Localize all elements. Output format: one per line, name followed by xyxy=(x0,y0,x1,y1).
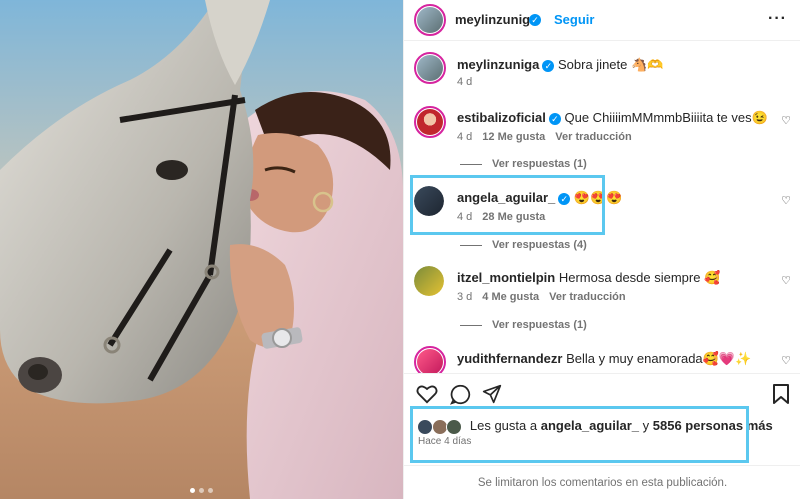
author-username[interactable]: meylinzuniga xyxy=(455,12,537,27)
comment-body: Bella y muy enamorada🥰💗✨ xyxy=(566,351,752,366)
like-heart-icon[interactable]: ♡ xyxy=(781,354,791,367)
caption-block: meylinzuniga ✓ Sobra jinete 🐴🫶 4 d xyxy=(404,52,800,92)
view-replies[interactable]: Ver respuestas (4) xyxy=(460,239,587,251)
comment-text: yudithfernandezr Bella y muy enamorada🥰💗… xyxy=(457,350,751,367)
comment-username[interactable]: yudithfernandezr xyxy=(457,351,562,366)
post-photo[interactable] xyxy=(0,0,403,499)
translate-link[interactable]: Ver traducción xyxy=(549,291,625,303)
caption-username[interactable]: meylinzuniga xyxy=(457,57,539,72)
commenter-avatar[interactable] xyxy=(414,266,444,296)
verified-badge-icon: ✓ xyxy=(529,14,541,26)
view-replies-label: Ver respuestas (1) xyxy=(492,158,587,170)
author-avatar[interactable] xyxy=(414,4,446,36)
like-icon[interactable] xyxy=(416,384,438,404)
caption-time: 4 d xyxy=(457,76,473,88)
caption-body: Sobra jinete 🐴🫶 xyxy=(557,57,664,72)
comment-username[interactable]: angela_aguilar_ xyxy=(457,190,555,205)
caption-avatar[interactable] xyxy=(414,52,446,84)
bookmark-icon[interactable] xyxy=(773,384,789,404)
post-window: meylinzuniga ✓ Seguir ··· meylinzuniga ✓ … xyxy=(0,0,800,499)
comment-username[interactable]: itzel_montielpin xyxy=(457,270,555,285)
comment-item: yudithfernandezr Bella y muy enamorada🥰💗… xyxy=(404,346,800,373)
verified-badge-icon: ✓ xyxy=(548,112,561,125)
comment-text: angela_aguilar_ ✓ 😍😍😍 xyxy=(457,189,622,206)
liker-avatar xyxy=(431,418,448,435)
view-replies-label: Ver respuestas (1) xyxy=(492,319,587,331)
more-horizontal-icon[interactable]: ··· xyxy=(768,10,787,28)
comment-time: 4 d xyxy=(457,131,473,143)
comment-icon[interactable] xyxy=(450,384,471,405)
comment-likes[interactable]: 4 Me gusta xyxy=(482,291,539,303)
comment-body: Que ChiiiimMMmmbBiiiita te ves😉 xyxy=(564,110,768,125)
follow-button[interactable]: Seguir xyxy=(554,12,594,27)
comment-body: Hermosa desde siempre 🥰 xyxy=(558,270,721,285)
liker-avatar xyxy=(417,418,433,435)
comments-limited-notice: Se limitaron los comentarios en esta pub… xyxy=(404,465,800,500)
comment-likes[interactable]: 28 Me gusta xyxy=(482,211,545,223)
likes-others-link[interactable]: 5856 personas más xyxy=(653,418,773,433)
verified-badge-icon: ✓ xyxy=(542,59,555,72)
comment-meta: 4 d 12 Me gusta Ver traducción xyxy=(457,131,632,143)
like-heart-icon[interactable]: ♡ xyxy=(781,194,791,207)
like-heart-icon[interactable]: ♡ xyxy=(781,274,791,287)
liker-avatar xyxy=(446,418,463,435)
share-icon[interactable] xyxy=(482,384,502,404)
like-heart-icon[interactable]: ♡ xyxy=(781,114,791,127)
comment-time: 3 d xyxy=(457,291,473,303)
likes-summary: Les gusta a angela_aguilar_ y 5856 perso… xyxy=(417,418,773,435)
comment-text: estibalizoficial ✓ Que ChiiiimMMmmbBiiiit… xyxy=(457,109,768,126)
comment-username[interactable]: estibalizoficial xyxy=(457,110,546,125)
comment-meta: 3 d 4 Me gusta Ver traducción xyxy=(457,291,626,303)
commenter-avatar[interactable] xyxy=(414,346,446,373)
translate-link[interactable]: Ver traducción xyxy=(555,131,631,143)
post-actions xyxy=(404,373,800,406)
likes-prefix: Les gusta a xyxy=(469,418,538,433)
post-header: meylinzuniga ✓ Seguir ··· xyxy=(404,0,800,41)
likes-connector: y xyxy=(642,418,650,433)
horse-kiss-image xyxy=(0,0,403,499)
verified-badge-icon: ✓ xyxy=(558,192,571,205)
comment-item: itzel_montielpin Hermosa desde siempre 🥰… xyxy=(404,266,800,336)
liker-avatars xyxy=(417,418,470,435)
post-date: Hace 4 días xyxy=(418,436,472,447)
comment-time: 4 d xyxy=(457,211,473,223)
commenter-avatar[interactable] xyxy=(414,186,444,216)
caption-text: meylinzuniga ✓ Sobra jinete 🐴🫶 xyxy=(457,56,663,73)
comment-item: angela_aguilar_ ✓ 😍😍😍 4 d 28 Me gusta ♡ Ve… xyxy=(404,186,800,256)
comment-item: estibalizoficial ✓ Que ChiiiimMMmmbBiiiit… xyxy=(404,106,800,176)
commenter-avatar[interactable] xyxy=(414,106,446,138)
comment-body: 😍😍😍 xyxy=(573,190,623,205)
likes-user-link[interactable]: angela_aguilar_ xyxy=(541,418,639,433)
comment-likes[interactable]: 12 Me gusta xyxy=(482,131,545,143)
view-replies-label: Ver respuestas (4) xyxy=(492,239,587,251)
view-replies[interactable]: Ver respuestas (1) xyxy=(460,319,587,331)
view-replies[interactable]: Ver respuestas (1) xyxy=(460,158,587,170)
comment-text: itzel_montielpin Hermosa desde siempre 🥰 xyxy=(457,269,720,286)
carousel-dots xyxy=(190,488,213,493)
comment-meta: 4 d 28 Me gusta xyxy=(457,211,545,223)
post-sidebar: meylinzuniga ✓ Seguir ··· meylinzuniga ✓ … xyxy=(403,0,800,499)
